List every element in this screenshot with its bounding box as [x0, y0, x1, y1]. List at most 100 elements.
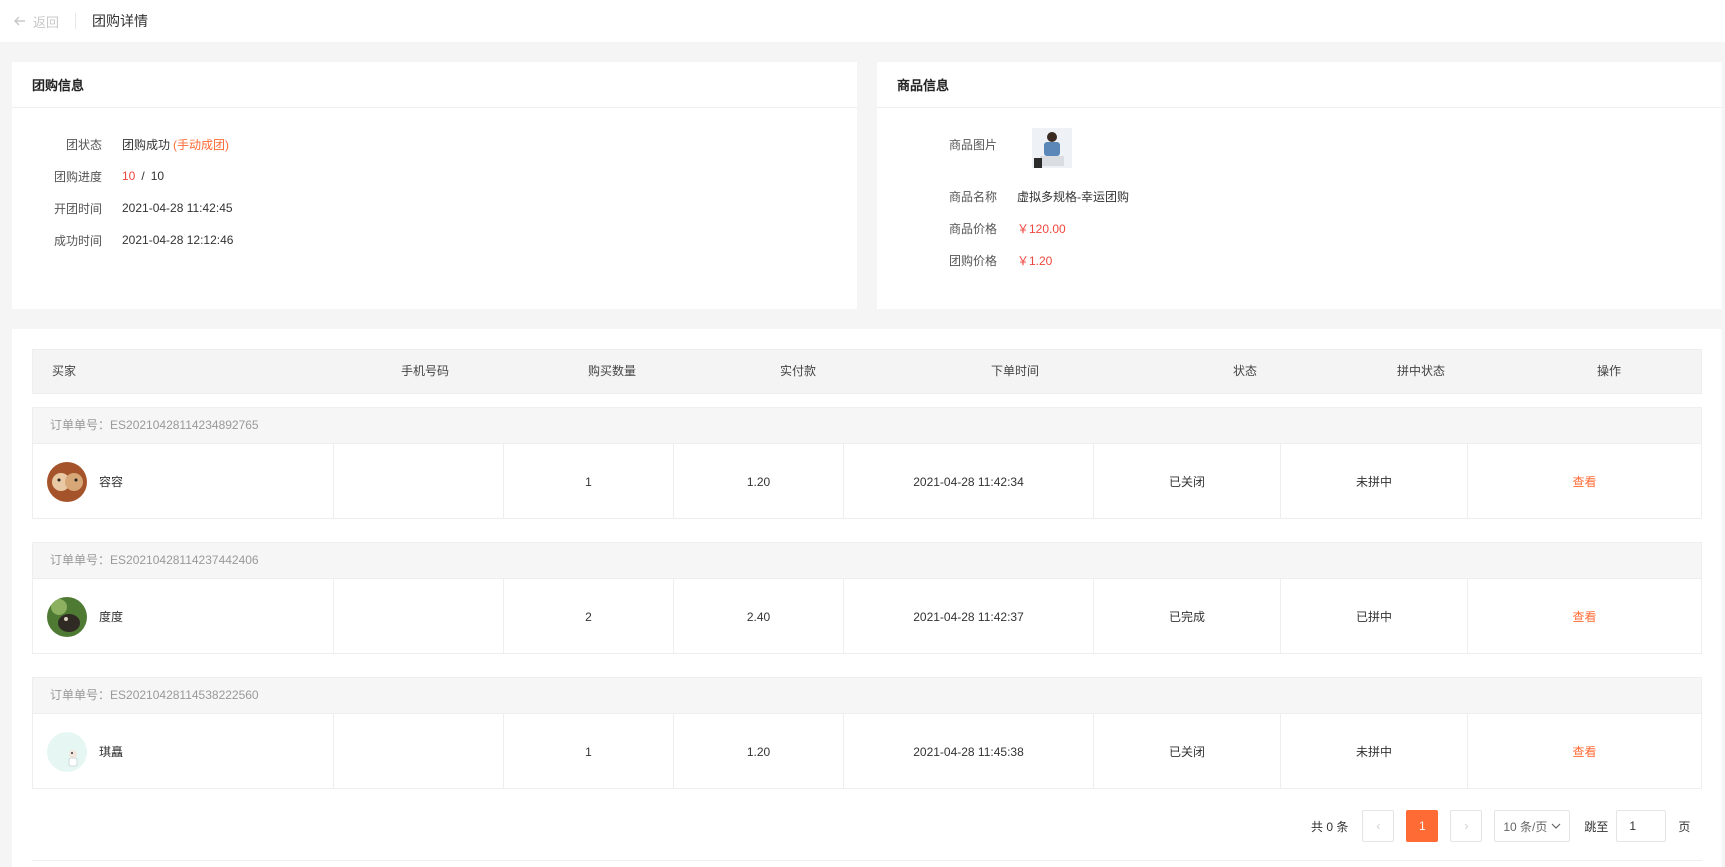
col-status: 状态 — [1233, 364, 1258, 378]
order-time-cell: 2021-04-28 11:42:37 — [843, 579, 1093, 654]
order-prefix: 订单单号： — [50, 418, 111, 432]
status-note: (手动成团) — [173, 137, 230, 152]
page-title: 团购详情 — [92, 13, 149, 29]
buyer-cell: 容容 — [33, 444, 333, 519]
product-image-label: 商品图片 — [948, 137, 997, 152]
success-time-label: 成功时间 — [53, 233, 102, 248]
product-price: ￥120.00 — [1017, 221, 1066, 236]
phone-cell — [333, 579, 503, 654]
order-number-value: ES2021042811423489276​5 — [110, 418, 259, 432]
order-time-cell: 2021-04-28 11:42:34 — [843, 444, 1093, 519]
group-info-card: 团购信息 团状态 团购成功 (手动成团) 团购进度 10 / 10 开团时间 2… — [12, 62, 857, 309]
status-value: 团购成功 — [122, 137, 171, 152]
top-bar: 返回 团购详情 — [0, 0, 1725, 42]
product-info-card: 商品信息 商品图片 商品名称 虚拟多规格-幸运团购 商品价格 ￥120.00 团… — [877, 62, 1722, 309]
buyer-name: 容容 — [99, 475, 124, 489]
order-number: 订单单号：ES20210428114237442406 — [33, 543, 1701, 579]
status-cell: 已关闭 — [1093, 714, 1280, 789]
paid-cell: 1.20 — [673, 444, 843, 519]
win-status-cell: 未拼中 — [1280, 444, 1467, 519]
progress-separator: / — [141, 169, 145, 183]
next-page-button[interactable]: › — [1450, 810, 1483, 842]
phone-cell — [333, 714, 503, 789]
table-row: 琪矗 1 1.20 2021-04-28 11:45:38 已关闭 未拼中 查看 — [33, 714, 1701, 789]
back-button[interactable]: 返回 — [13, 12, 59, 31]
order-group: 订单单号：ES20210428114237442406 度度 2 2.40 20… — [32, 542, 1702, 654]
jump-label: 跳至 — [1584, 819, 1609, 834]
paid-cell: 2.40 — [673, 579, 843, 654]
col-action: 操作 — [1597, 364, 1622, 378]
product-info-title: 商品信息 — [877, 62, 1722, 108]
divider — [75, 13, 77, 29]
order-prefix: 订单单号： — [50, 553, 111, 567]
product-image — [1032, 128, 1072, 168]
win-status-cell: 未拼中 — [1280, 714, 1467, 789]
order-number: 订单单号：ES2021042811423489276​5 — [33, 408, 1701, 444]
order-number-value: ES20210428114237442406 — [110, 553, 259, 567]
order-group: 订单单号：ES2021042811423489276​5 容容 1 1.20 2… — [32, 407, 1702, 519]
page-unit-label: 页 — [1678, 819, 1691, 834]
view-button[interactable]: 查看 — [1572, 743, 1596, 760]
group-info-title: 团购信息 — [12, 62, 857, 108]
group-price-label: 团购价格 — [948, 253, 997, 268]
win-status-cell: 已拼中 — [1280, 579, 1467, 654]
back-label: 返回 — [33, 14, 60, 30]
group-price: ￥1.20 — [1017, 253, 1053, 268]
page-size-select[interactable]: 10 条/页 — [1494, 810, 1571, 842]
status-label: 团状态 — [65, 137, 102, 152]
order-prefix: 订单单号： — [50, 688, 111, 702]
success-time-value: 2021-04-28 12:12:46 — [122, 233, 234, 247]
col-phone: 手机号码 — [401, 364, 450, 378]
progress-label: 团购进度 — [53, 169, 102, 184]
progress-current: 10 — [122, 169, 136, 183]
view-button[interactable]: 查看 — [1572, 608, 1596, 625]
buyer-name: 度度 — [99, 610, 124, 624]
view-button[interactable]: 查看 — [1572, 473, 1596, 490]
action-cell: 查看 — [1467, 444, 1701, 519]
avatar — [47, 596, 87, 637]
total-count: 共 0 条 — [1311, 819, 1349, 834]
table-header: 买家 手机号码 购买数量 实付款 下单时间 状态 拼中状态 操作 — [32, 349, 1702, 394]
page-size-value: 10 条/页 — [1503, 819, 1548, 834]
chevron-left-icon: ‹ — [1376, 819, 1381, 833]
col-quantity: 购买数量 — [588, 364, 637, 378]
action-cell: 查看 — [1467, 714, 1701, 789]
phone-cell — [333, 444, 503, 519]
chevron-down-icon — [1551, 823, 1561, 829]
prev-page-button[interactable]: ‹ — [1362, 810, 1395, 842]
pagination: 共 0 条 ‹ 1 › 10 条/页 跳至 页 — [1311, 809, 1690, 843]
col-order-time: 下单时间 — [991, 364, 1040, 378]
avatar — [47, 461, 87, 502]
arrow-left-icon — [14, 16, 25, 26]
action-cell: 查看 — [1467, 579, 1701, 654]
product-name-label: 商品名称 — [948, 189, 997, 204]
order-number: 订单单号：ES20210428114538222560 — [33, 678, 1701, 714]
avatar — [47, 731, 87, 772]
open-time-value: 2021-04-28 11:42:45 — [122, 201, 233, 215]
col-buyer: 买家 — [52, 364, 77, 378]
buyer-cell: 琪矗 — [33, 714, 333, 789]
quantity-cell: 1 — [503, 444, 673, 519]
order-table-card: 买家 手机号码 购买数量 实付款 下单时间 状态 拼中状态 操作 订单单号：ES… — [12, 329, 1722, 867]
quantity-cell: 1 — [503, 714, 673, 789]
table-row: 容容 1 1.20 2021-04-28 11:42:34 已关闭 未拼中 查看 — [33, 444, 1701, 519]
status-cell: 已关闭 — [1093, 444, 1280, 519]
table-row: 度度 2 2.40 2021-04-28 11:42:37 已完成 已拼中 查看 — [33, 579, 1701, 654]
paid-cell: 1.20 — [673, 714, 843, 789]
order-group: 订单单号：ES20210428114538222560 琪矗 1 1.20 20… — [32, 677, 1702, 789]
buyer-name: 琪矗 — [99, 745, 124, 759]
order-time-cell: 2021-04-28 11:45:38 — [843, 714, 1093, 789]
chevron-right-icon: › — [1464, 819, 1469, 833]
jump-page-input[interactable] — [1616, 810, 1667, 842]
col-win-status: 拼中状态 — [1397, 364, 1446, 378]
divider — [32, 860, 1702, 861]
open-time-label: 开团时间 — [53, 201, 102, 216]
product-name: 虚拟多规格-幸运团购 — [1017, 189, 1129, 204]
status-cell: 已完成 — [1093, 579, 1280, 654]
page-button-current[interactable]: 1 — [1406, 810, 1439, 842]
col-paid: 实付款 — [780, 364, 817, 378]
order-number-value: ES20210428114538222560 — [110, 688, 259, 702]
product-price-label: 商品价格 — [948, 221, 997, 236]
progress-total: 10 — [150, 169, 165, 183]
buyer-cell: 度度 — [33, 579, 333, 654]
